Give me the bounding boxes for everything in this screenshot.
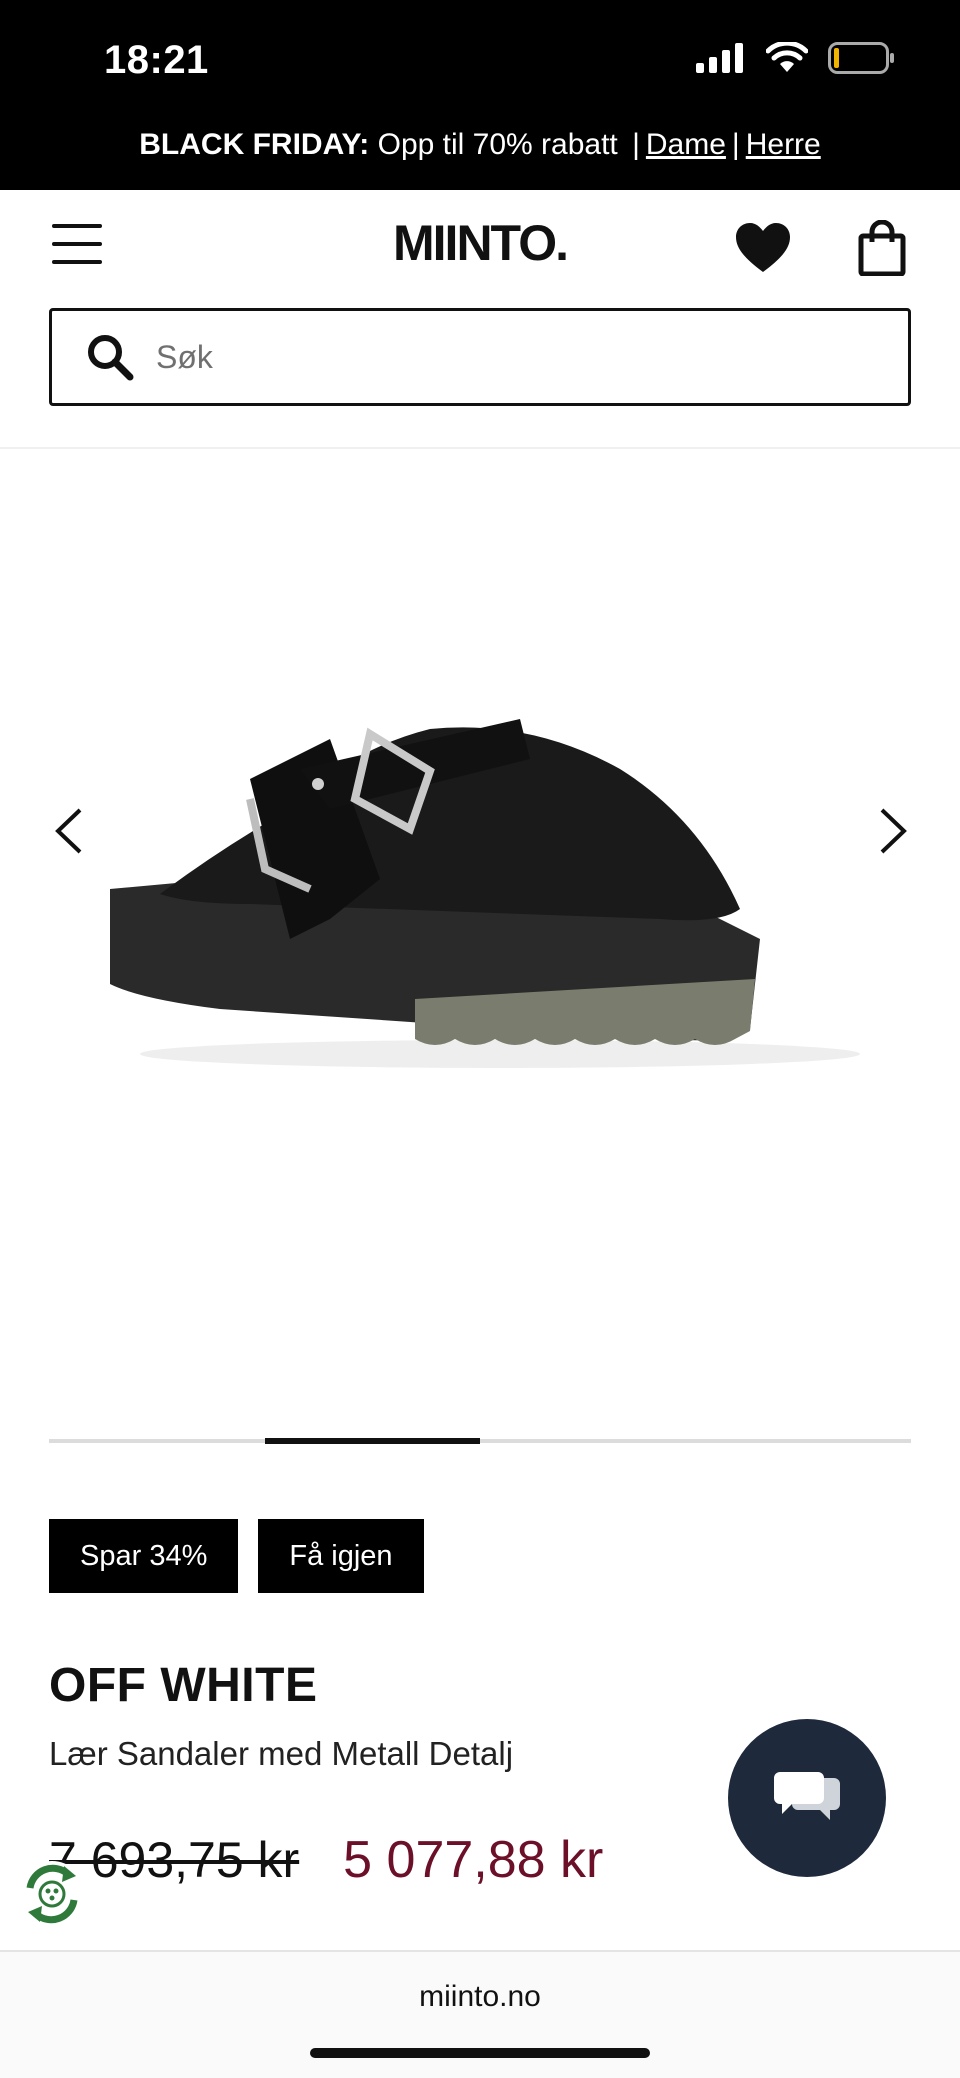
chat-icon — [774, 1772, 840, 1820]
promo-label: BLACK FRIDAY: — [139, 128, 370, 161]
product-name: Lær Sandaler med Metall Detalj — [49, 1735, 514, 1772]
promo-link-men[interactable]: Herre — [746, 128, 821, 161]
browser-bar: miinto.no — [0, 1950, 960, 2078]
shopping-bag-icon[interactable] — [858, 220, 906, 276]
price-row: 7 693,75 kr 5 077,88 kr — [49, 1830, 603, 1890]
wifi-icon — [766, 42, 808, 72]
search-icon[interactable] — [86, 333, 134, 381]
badges: Spar 34% Få igjen — [49, 1519, 424, 1593]
promo-separator: | — [731, 128, 740, 161]
product-image — [110, 719, 860, 1068]
discount-badge: Spar 34% — [49, 1519, 239, 1593]
gallery-progress-active — [264, 1438, 480, 1444]
promo-banner: BLACK FRIDAY: Opp til 70% rabatt | Dame | H… — [0, 128, 960, 162]
promo-link-women[interactable]: Dame — [646, 128, 726, 161]
chat-button[interactable] — [728, 1719, 886, 1877]
battery-icon — [828, 42, 894, 74]
gallery-progress — [49, 1438, 911, 1444]
signal-icon — [696, 43, 743, 73]
chevron-right-icon[interactable] — [876, 806, 910, 856]
site-header: MIINTO. — [0, 190, 960, 310]
product-gallery[interactable] — [0, 449, 960, 1429]
home-indicator[interactable] — [310, 2048, 650, 2058]
promo-text: Opp til 70% rabatt — [377, 128, 618, 161]
search-input[interactable] — [156, 338, 856, 376]
eco-recycle-icon[interactable] — [16, 1858, 88, 1930]
heart-icon[interactable] — [734, 222, 792, 274]
status-time: 18:21 — [104, 38, 209, 82]
miinto-logo[interactable]: MIINTO. — [0, 214, 960, 272]
chevron-left-icon[interactable] — [52, 806, 86, 856]
product-brand[interactable]: OFF WHITE — [49, 1658, 317, 1713]
url-display[interactable]: miinto.no — [0, 1980, 960, 2014]
promo-separator: | — [632, 128, 640, 161]
restock-badge: Få igjen — [258, 1519, 424, 1593]
top-bar: 18:21 BLACK FRIDAY: Opp til 70% rabatt |… — [0, 0, 960, 190]
search-bar — [49, 308, 911, 406]
sale-price: 5 077,88 kr — [343, 1831, 604, 1889]
status-icons — [696, 42, 896, 74]
